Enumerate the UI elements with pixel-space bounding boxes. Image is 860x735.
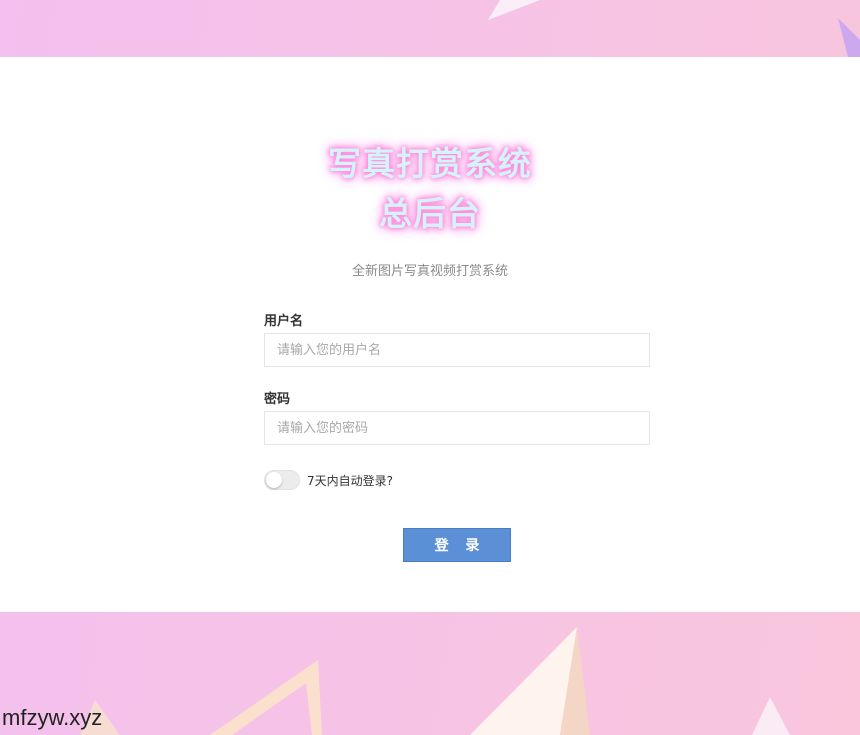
remember-me-label: 7天内自动登录? [307, 474, 394, 488]
password-label: 密码 [264, 392, 291, 407]
bottom-left-triangle-outline [210, 660, 322, 735]
page-title-line-2: 总后台 [379, 194, 481, 233]
remember-me-row: 7天内自动登录? [264, 470, 564, 490]
top-right-crystal-shape [838, 18, 860, 57]
login-button[interactable]: 登 录 [403, 528, 511, 562]
login-panel: 写真打赏系统 总后台 全新图片写真视频打赏系统 用户名 密码 7天内自动登录? … [0, 57, 860, 612]
top-triangle-shape [488, 0, 540, 20]
bottom-right-crystal-shape [752, 697, 790, 735]
page-title-line-1: 写真打赏系统 [328, 144, 532, 183]
username-input[interactable] [264, 333, 650, 367]
watermark-text: mfzyw.xyz [2, 705, 103, 730]
toggle-knob [266, 472, 282, 488]
page-subtitle: 全新图片写真视频打赏系统 [351, 264, 508, 279]
username-label: 用户名 [264, 314, 304, 329]
remember-me-toggle[interactable] [264, 470, 300, 490]
password-input[interactable] [264, 411, 650, 445]
bottom-center-crystal-shape [470, 627, 577, 735]
